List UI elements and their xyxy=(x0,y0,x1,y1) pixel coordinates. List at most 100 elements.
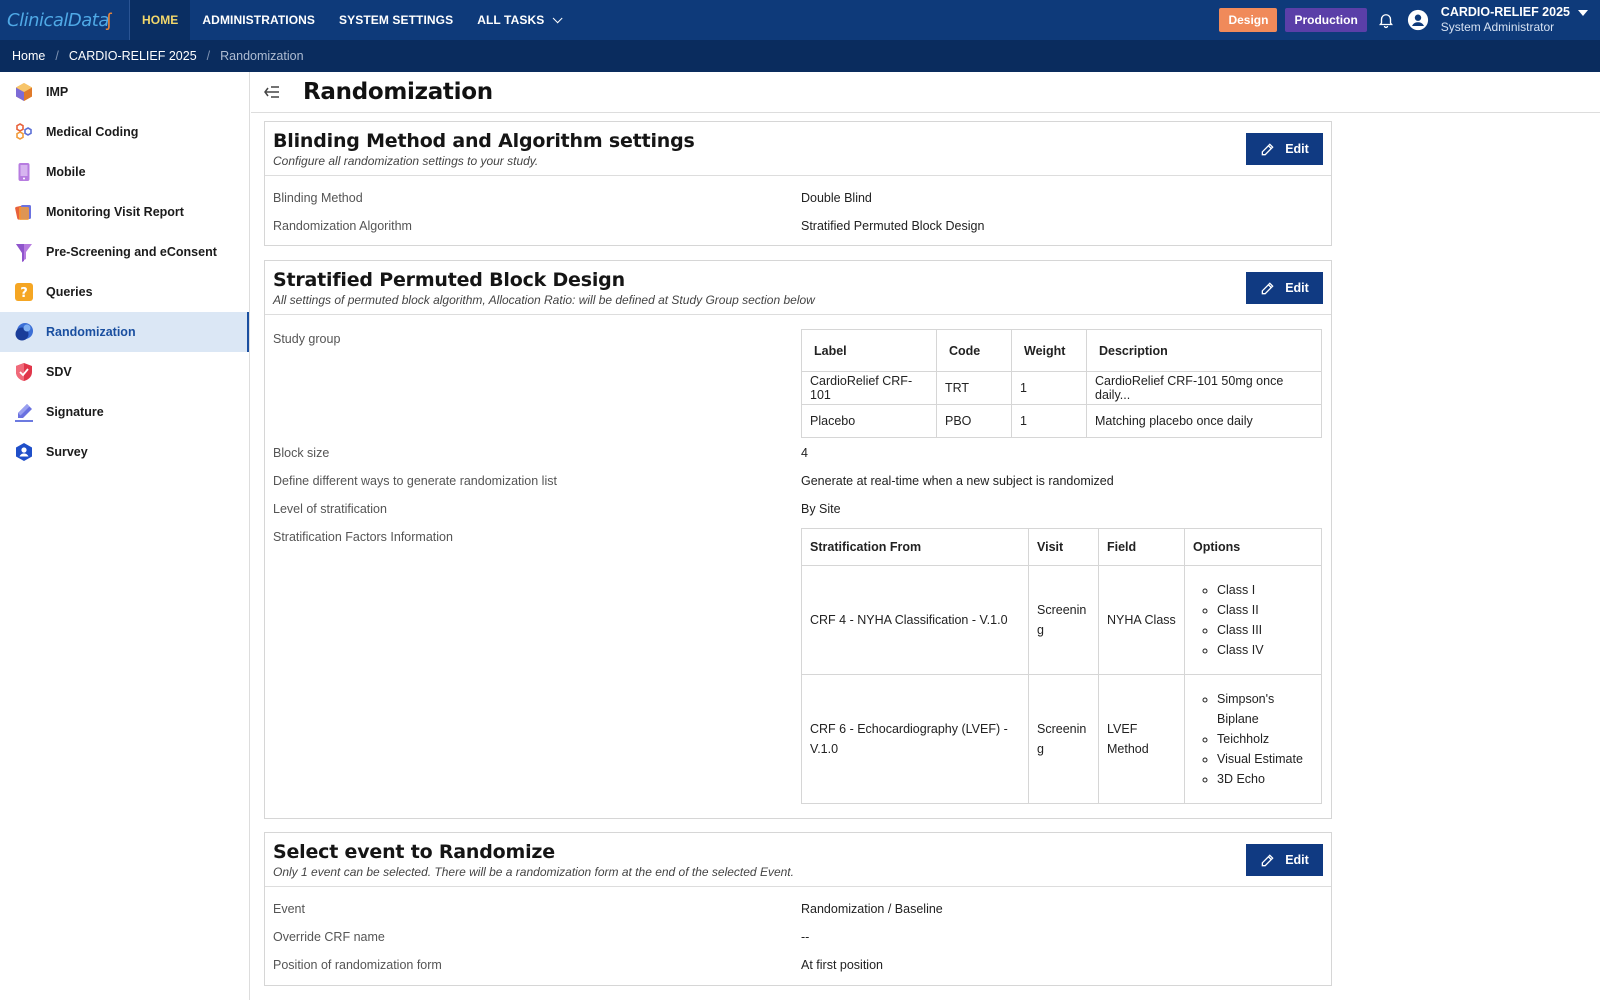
list-item: Class I xyxy=(1217,580,1313,600)
row-label: Event xyxy=(273,902,305,916)
app-logo[interactable]: ClinicalData ʃ xyxy=(0,0,130,40)
card-title: Blinding Method and Algorithm settings xyxy=(273,130,695,152)
table-cell: Simpson's Biplane Teichholz Visual Estim… xyxy=(1184,674,1322,804)
sidebar-item-sdv[interactable]: SDV xyxy=(0,352,249,392)
production-env-button[interactable]: Production xyxy=(1285,8,1367,32)
table-row: CRF 6 - Echocardiography (LVEF) - V.1.0 … xyxy=(801,674,1322,804)
svg-text:?: ? xyxy=(20,286,28,301)
row-label: Study group xyxy=(273,332,341,346)
card-subtitle: All settings of permuted block algorithm… xyxy=(273,293,815,307)
detail-row: Level of stratification By Site xyxy=(273,495,1323,523)
row-value: At first position xyxy=(801,958,883,972)
edit-button-label: Edit xyxy=(1285,853,1309,867)
table-cell: CRF 4 - NYHA Classification - V.1.0 xyxy=(801,565,1029,675)
collapse-sidebar-icon[interactable] xyxy=(263,83,281,101)
column-header: Stratification From xyxy=(801,528,1029,566)
pencil-icon xyxy=(1261,853,1274,866)
row-value: Stratified Permuted Block Design xyxy=(801,219,985,233)
table-cell: 1 xyxy=(1011,371,1087,405)
question-icon: ? xyxy=(15,283,33,301)
pencil-icon xyxy=(1261,142,1274,155)
logo-text: ClinicalData xyxy=(7,9,109,31)
table-row: CRF 4 - NYHA Classification - V.1.0 Scre… xyxy=(801,565,1322,675)
user-avatar-icon[interactable] xyxy=(1407,9,1429,31)
row-value: -- xyxy=(801,930,810,944)
row-label: Define different ways to generate random… xyxy=(273,474,557,488)
table-cell: CRF 6 - Echocardiography (LVEF) - V.1.0 xyxy=(801,674,1029,804)
table-cell: TRT xyxy=(936,371,1012,405)
edit-button-label: Edit xyxy=(1285,142,1309,156)
nav-all-tasks[interactable]: ALL TASKS xyxy=(465,0,571,40)
randomization-icon xyxy=(15,323,33,341)
design-env-button[interactable]: Design xyxy=(1219,8,1278,32)
user-menu[interactable]: CARDIO-RELIEF 2025 System Administrator xyxy=(1441,5,1570,35)
column-header: Label xyxy=(801,329,937,372)
sidebar-item-medical-coding[interactable]: Medical Coding xyxy=(0,112,249,152)
sidebar-item-monitoring-visit-report[interactable]: Monitoring Visit Report xyxy=(0,192,249,232)
sidebar-item-randomization[interactable]: Randomization xyxy=(0,312,249,352)
pen-icon xyxy=(15,404,33,422)
row-label: Block size xyxy=(273,446,330,460)
card-header: Select event to Randomize Only 1 event c… xyxy=(265,833,1331,887)
detail-row: Event Randomization / Baseline xyxy=(273,895,1323,923)
row-label: Blinding Method xyxy=(273,191,363,205)
breadcrumb-home[interactable]: Home xyxy=(12,49,45,63)
breadcrumb: Home / CARDIO-RELIEF 2025 / Randomizatio… xyxy=(0,40,1600,72)
table-cell: Screenin g xyxy=(1028,565,1099,675)
table-row: Placebo PBO 1 Matching placebo once dail… xyxy=(801,404,1322,438)
edit-button[interactable]: Edit xyxy=(1246,133,1323,165)
card-subtitle: Configure all randomization settings to … xyxy=(273,154,539,168)
sidebar-item-imp[interactable]: IMP xyxy=(0,72,249,112)
table-cell: PBO xyxy=(936,404,1012,438)
nav-home[interactable]: HOME xyxy=(130,0,191,40)
sidebar-item-signature[interactable]: Signature xyxy=(0,392,249,432)
sidebar-item-queries[interactable]: ? Queries xyxy=(0,272,249,312)
mobile-icon xyxy=(18,163,30,181)
shield-icon xyxy=(16,363,32,381)
table-cell: 1 xyxy=(1011,404,1087,438)
card-header: Blinding Method and Algorithm settings C… xyxy=(265,122,1331,176)
sidebar-item-pre-screening[interactable]: Pre-Screening and eConsent xyxy=(0,232,249,272)
logo-mark-icon: ʃ xyxy=(106,9,111,30)
sidebar-item-mobile[interactable]: Mobile xyxy=(0,152,249,192)
sidebar-item-label: Mobile xyxy=(46,165,86,179)
sidebar-item-survey[interactable]: Survey xyxy=(0,432,249,472)
edit-button-label: Edit xyxy=(1285,281,1309,295)
breadcrumb-study[interactable]: CARDIO-RELIEF 2025 xyxy=(69,49,197,63)
user-role: System Administrator xyxy=(1440,20,1555,34)
table-header-row: Label Code Weight Description xyxy=(801,329,1322,372)
sidebar-item-label: IMP xyxy=(46,85,69,99)
card-subtitle: Only 1 event can be selected. There will… xyxy=(273,865,794,879)
table-cell: Placebo xyxy=(801,404,937,438)
row-label: Position of randomization form xyxy=(273,958,442,972)
sidebar-item-label: Monitoring Visit Report xyxy=(46,205,184,219)
chevron-down-icon xyxy=(552,12,563,23)
table-cell: Screenin g xyxy=(1028,674,1099,804)
sidebar-item-label: SDV xyxy=(46,365,72,379)
detail-row: Randomization Algorithm Stratified Permu… xyxy=(273,212,1323,240)
list-item: Class III xyxy=(1217,620,1313,640)
table-cell: Matching placebo once daily xyxy=(1086,404,1322,438)
edit-button[interactable]: Edit xyxy=(1246,272,1323,304)
survey-icon xyxy=(16,443,32,461)
row-value: Double Blind xyxy=(801,191,872,205)
table-cell: LVEF Method xyxy=(1098,674,1185,804)
user-study-name: CARDIO-RELIEF 2025 xyxy=(1440,5,1570,19)
detail-row: Define different ways to generate random… xyxy=(273,467,1323,495)
options-list: Simpson's Biplane Teichholz Visual Estim… xyxy=(1193,689,1313,789)
card-title: Select event to Randomize xyxy=(273,841,555,863)
report-cards-icon xyxy=(15,205,31,220)
list-item: Class II xyxy=(1217,600,1313,620)
sidebar-item-label: Signature xyxy=(46,405,104,419)
nav-system-settings[interactable]: SYSTEM SETTINGS xyxy=(327,0,465,40)
detail-row: Position of randomization form At first … xyxy=(273,951,1323,979)
nav-administrations[interactable]: ADMINISTRATIONS xyxy=(190,0,327,40)
caret-down-icon[interactable] xyxy=(1578,10,1588,16)
blinding-settings-card: Blinding Method and Algorithm settings C… xyxy=(264,121,1332,246)
edit-button[interactable]: Edit xyxy=(1246,844,1323,876)
detail-row: Override CRF name -- xyxy=(273,923,1323,951)
list-item: 3D Echo xyxy=(1217,769,1313,789)
main-content: Randomization Blinding Method and Algori… xyxy=(251,72,1600,1000)
bell-icon[interactable] xyxy=(1377,11,1395,29)
sidebar: IMP Medical Coding Mobile Monitoring Vis… xyxy=(0,72,250,1000)
